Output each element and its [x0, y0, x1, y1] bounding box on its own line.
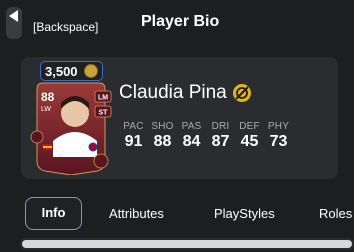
- page-title: Player Bio: [141, 13, 220, 30]
- tab-roles[interactable]: Roles: [319, 197, 352, 230]
- stat-label: PAC: [123, 121, 144, 132]
- alt-position-label: ST: [99, 110, 109, 117]
- back-arrow-icon: [9, 10, 18, 22]
- stat-phy: PHY 73: [265, 121, 292, 151]
- stat-value: 87: [211, 133, 230, 150]
- stat-value: 73: [269, 133, 288, 150]
- scrollbar-thumb[interactable]: [22, 240, 352, 248]
- tab-playstyles[interactable]: PlayStyles: [214, 197, 275, 230]
- playstyle-icon: [93, 153, 109, 169]
- stat-def: DEF 45: [236, 121, 263, 151]
- tab-info[interactable]: Info: [25, 197, 82, 230]
- price-value: 3,500: [45, 63, 78, 79]
- stat-label: PAS: [181, 121, 202, 132]
- price-pill: 3,500: [40, 61, 103, 81]
- stat-sho: SHO 88: [149, 121, 176, 151]
- back-button[interactable]: [6, 7, 22, 39]
- stat-label: DRI: [211, 121, 230, 132]
- card-position: LW: [41, 106, 51, 113]
- untradeable-icon: [233, 84, 251, 102]
- player-stats: PAC 91 SHO 88 PAS 84 DRI 87 DEF 45 PHY 7…: [120, 121, 292, 151]
- stat-value: 84: [182, 133, 201, 150]
- stat-label: DEF: [239, 121, 260, 132]
- player-name: Claudia Pina: [119, 82, 227, 103]
- card-rating: 88: [41, 90, 55, 104]
- stat-value: 91: [124, 133, 143, 150]
- stat-label: PHY: [267, 121, 290, 132]
- tab-attributes[interactable]: Attributes: [109, 197, 164, 230]
- stat-pac: PAC 91: [120, 121, 147, 151]
- coin-icon: [84, 64, 98, 78]
- stat-dri: DRI 87: [207, 121, 234, 151]
- stat-label: SHO: [151, 121, 174, 132]
- club-crest-icon: [88, 142, 98, 152]
- alt-position-label: LM: [98, 95, 108, 102]
- stat-value: 45: [240, 133, 259, 150]
- stat-pas: PAS 84: [178, 121, 205, 151]
- player-card[interactable]: 88 LW LM ST: [29, 79, 113, 175]
- back-shortcut-label: [Backspace]: [33, 20, 99, 34]
- stat-value: 88: [153, 133, 172, 150]
- playstyle-icon: [30, 130, 44, 144]
